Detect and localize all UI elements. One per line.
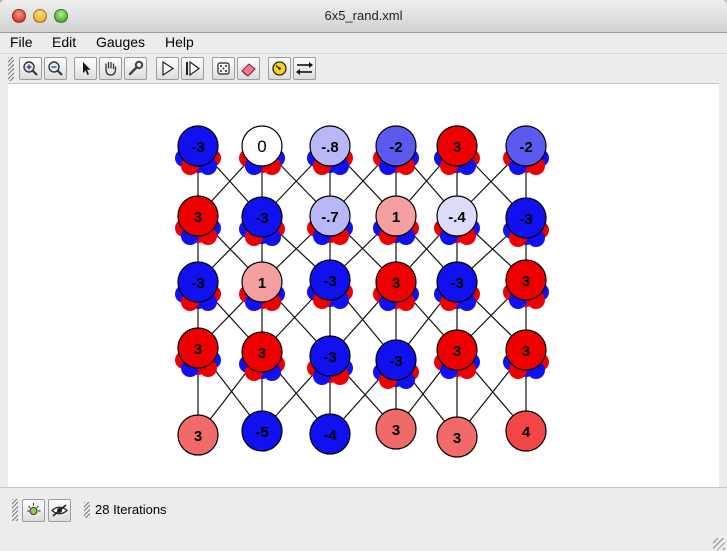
edit-tool-button[interactable]	[124, 57, 147, 80]
node-value-label: 1	[258, 275, 266, 292]
node-value-label: -2	[519, 139, 532, 156]
node-value-label: -.8	[321, 139, 339, 156]
pan-tool-button[interactable]	[99, 57, 122, 80]
app-window: 6x5_rand.xml File Edit Gauges Help -3 0 …	[0, 0, 727, 551]
node-value-label: -.4	[448, 209, 466, 226]
run-button[interactable]	[156, 57, 179, 80]
node-value-label: -5	[255, 424, 268, 441]
hand-pan-icon	[105, 61, 117, 76]
iterations-count: 28 Iterations	[95, 502, 167, 517]
menu-edit[interactable]: Edit	[52, 33, 76, 51]
eraser-icon	[241, 63, 256, 77]
hide-toggle-button[interactable]	[48, 499, 71, 522]
step-forward-icon	[186, 60, 201, 77]
node-value-label: 3	[453, 139, 461, 156]
swap-arrows-icon	[296, 62, 313, 75]
node-value-label: 3	[258, 345, 266, 362]
menu-bar: File Edit Gauges Help	[0, 33, 727, 53]
resize-handle[interactable]	[713, 538, 725, 550]
node-value-label: 3	[522, 343, 530, 360]
node-value-label: 3	[194, 428, 202, 445]
swap-button[interactable]	[293, 57, 316, 80]
node-value-label: -3	[323, 349, 336, 366]
node-value-label: 3	[194, 341, 202, 358]
node-value-label: 3	[453, 343, 461, 360]
gauge-icon	[272, 61, 287, 76]
node-value-label: -3	[519, 211, 532, 228]
node-value-label: -3	[191, 275, 204, 292]
node-value-label: -3	[255, 210, 268, 227]
node-value-label: 3	[453, 430, 461, 447]
window-title: 6x5_rand.xml	[324, 8, 403, 23]
wrench-icon	[128, 60, 144, 76]
select-tool-button[interactable]	[74, 57, 97, 80]
status-bar: 28 Iterations	[0, 487, 727, 551]
network-graph[interactable]: -3 0 -.8 -2 3 -2 3 -3 -.7 1 -.4 -3 -3 1 -3 3 -3 3 3 3 -3 -3 3 3…	[8, 84, 719, 488]
node-value-label: 0	[257, 137, 266, 156]
zoom-out-button[interactable]	[44, 57, 67, 80]
zoom-in-icon	[23, 61, 38, 76]
menu-gauges[interactable]: Gauges	[96, 33, 145, 51]
highlight-toggle-button[interactable]	[22, 499, 45, 522]
menu-file[interactable]: File	[10, 33, 33, 51]
node-value-label: 1	[392, 209, 400, 226]
node-value-label: -3	[191, 139, 204, 156]
dice-icon	[217, 62, 230, 75]
node-value-label: 3	[194, 209, 202, 226]
node-value-label: -2	[389, 139, 402, 156]
zoom-in-button[interactable]	[19, 57, 42, 80]
node-value-label: -4	[323, 427, 337, 444]
play-icon	[162, 60, 175, 77]
clear-button[interactable]	[237, 57, 260, 80]
gauge-button[interactable]	[268, 57, 291, 80]
node-value-label: 3	[392, 275, 400, 292]
brightness-icon	[27, 503, 41, 515]
node-value-label: -3	[450, 275, 463, 292]
toolbar-grip[interactable]	[8, 57, 14, 81]
status-grip	[84, 502, 90, 518]
node-value-label: -3	[389, 353, 402, 370]
randomize-button[interactable]	[212, 57, 235, 80]
statusbar-grip[interactable]	[12, 499, 18, 521]
network-canvas[interactable]: -3 0 -.8 -2 3 -2 3 -3 -.7 1 -.4 -3 -3 1 -3 3 -3 3 3 3 -3 -3 3 3…	[8, 83, 719, 488]
menu-help[interactable]: Help	[165, 33, 194, 51]
node-value-label: 4	[522, 424, 531, 441]
pointer-icon	[83, 62, 91, 75]
node-value-label: -.7	[321, 209, 339, 226]
node-value-label: 3	[522, 273, 530, 290]
title-bar: 6x5_rand.xml	[0, 0, 727, 33]
node-value-label: 3	[392, 422, 400, 439]
hide-eye-icon	[51, 504, 68, 517]
step-button[interactable]	[181, 57, 204, 80]
zoom-out-icon	[48, 61, 63, 76]
toolbar	[0, 53, 727, 84]
node-value-label: -3	[323, 273, 336, 290]
